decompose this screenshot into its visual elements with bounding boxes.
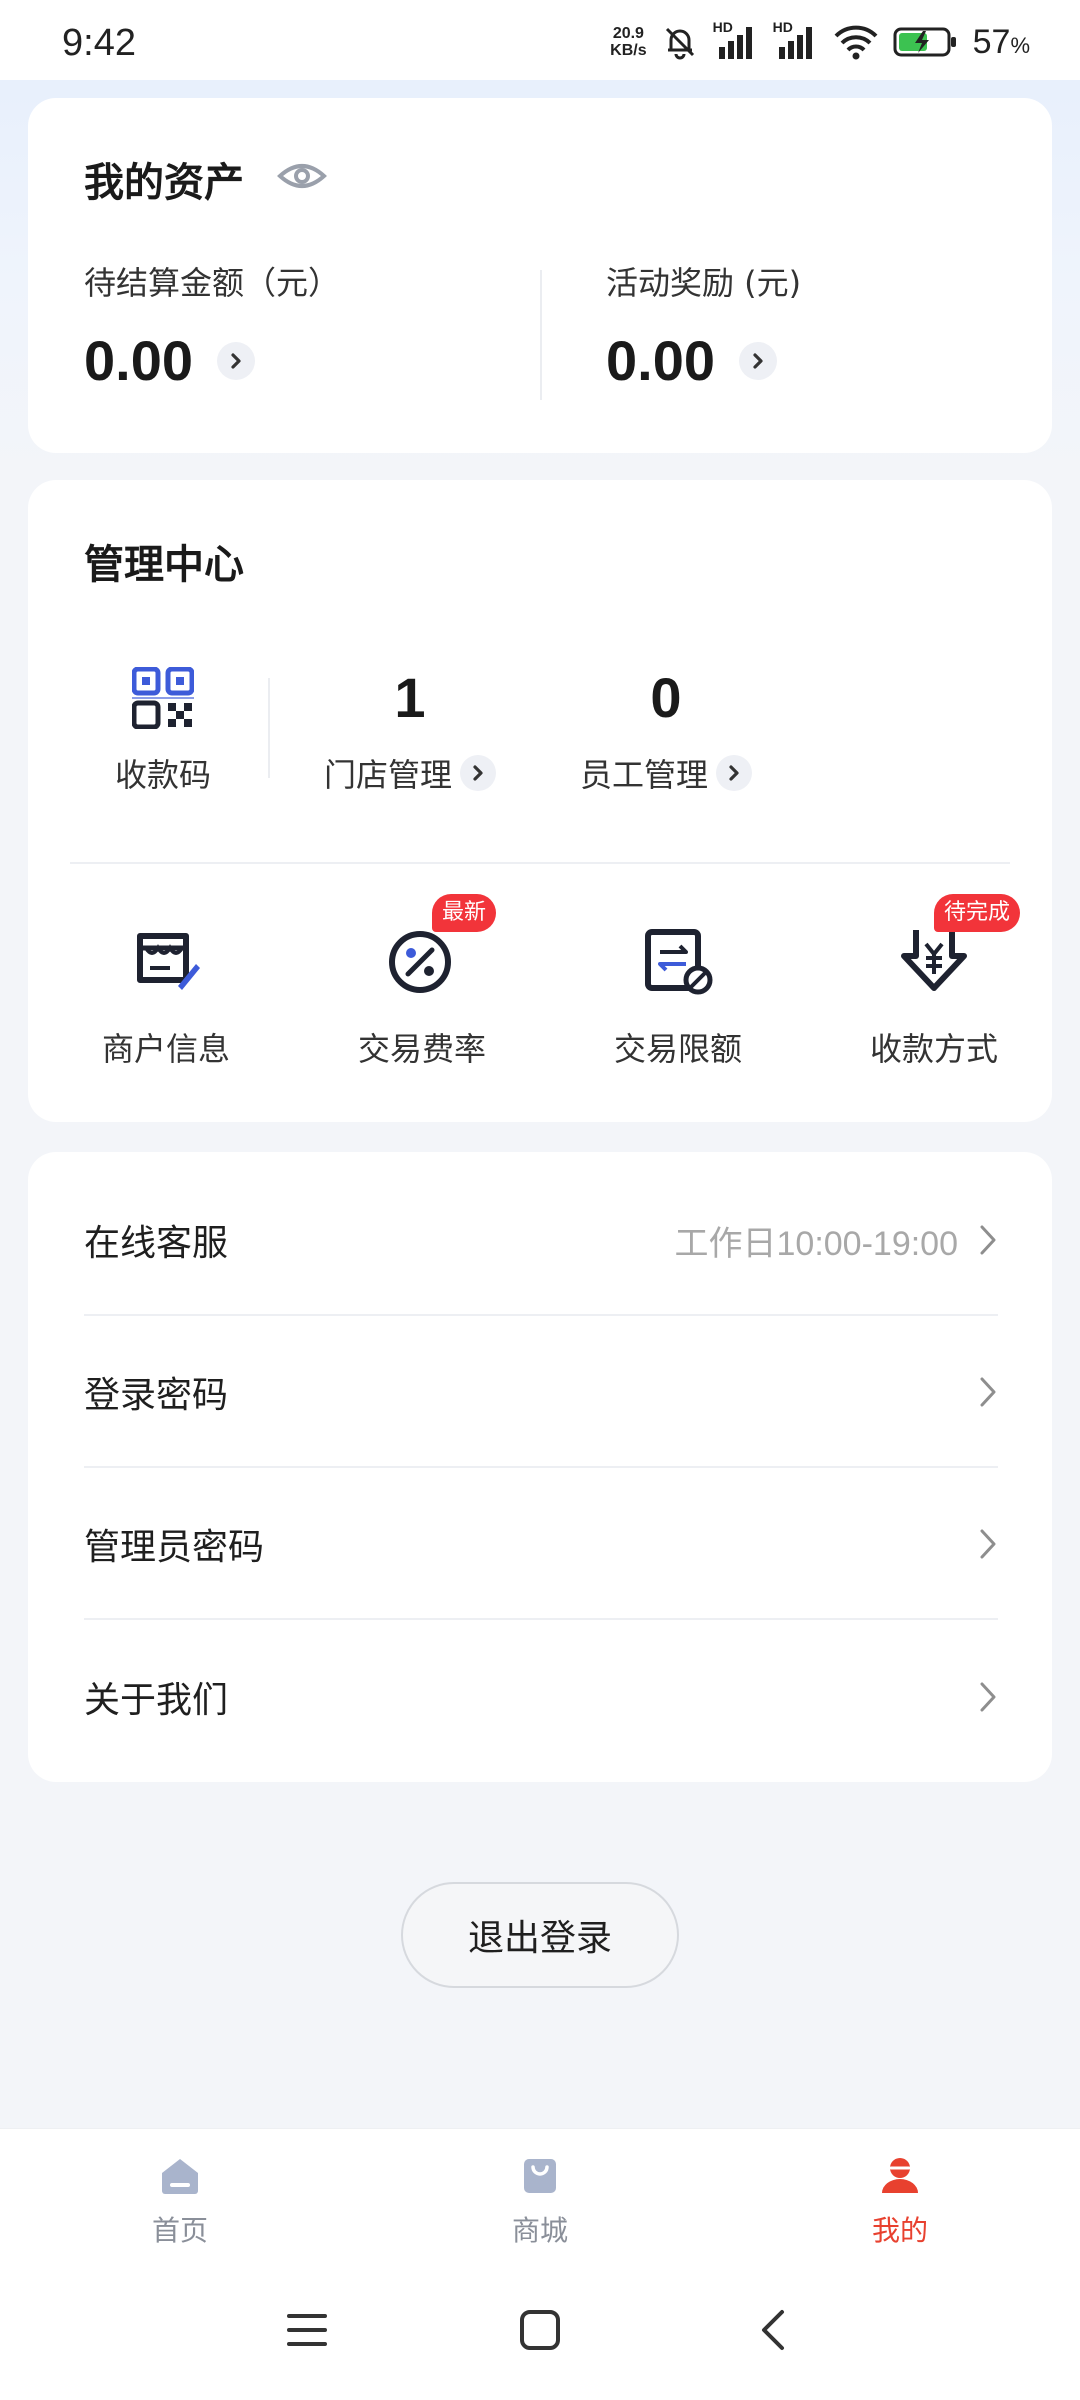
chevron-right-icon <box>980 1529 996 1559</box>
chevron-right-icon <box>980 1225 996 1255</box>
mall-bag-icon <box>524 2159 556 2193</box>
eye-icon[interactable] <box>276 156 328 196</box>
store-management-label: 门店管理 <box>323 756 452 794</box>
network-speed: 20.9 KB/s <box>610 25 647 59</box>
pending-settlement-label: 待结算金额（元） <box>84 264 341 302</box>
wifi-icon <box>834 25 878 60</box>
fee-rate-icon <box>389 931 451 993</box>
back-icon[interactable] <box>752 2308 796 2352</box>
signal-sim2: HD <box>773 19 819 61</box>
management-section-divider <box>70 862 1010 864</box>
fee-rate-label: 交易费率 <box>357 1030 486 1068</box>
fee-rate-entry[interactable]: 最新 交易费率 <box>312 894 532 1070</box>
pending-settlement[interactable]: 待结算金额（元） 0.00 <box>84 258 340 393</box>
status-time: 9:42 <box>62 22 136 64</box>
merchant-info-label: 商户信息 <box>101 1030 230 1068</box>
menu-login-password[interactable]: 登录密码 <box>84 1318 998 1468</box>
chevron-right-icon <box>753 352 763 369</box>
menu-icon[interactable] <box>285 2308 329 2352</box>
chevron-right-icon <box>980 1682 996 1712</box>
nav-mall-label: 商城 <box>511 2214 568 2247</box>
assets-card: 我的资产 待结算金额（元） 0.00 活动奖励 (元) 0.00 <box>28 98 1052 453</box>
home-icon <box>162 2159 198 2194</box>
activity-reward-label: 活动奖励 (元) <box>606 264 802 302</box>
nav-tab-me[interactable]: 我的 <box>820 2153 980 2249</box>
trade-limit-label: 交易限额 <box>613 1030 742 1068</box>
nav-tab-mall[interactable]: 商城 <box>460 2153 620 2249</box>
store-count: 1 <box>394 666 426 729</box>
qr-code-entry[interactable]: 收款码 <box>84 658 242 796</box>
status-icons: 20.9 KB/s HD HD 57% <box>610 19 1030 62</box>
trade-limit-icon <box>645 929 713 995</box>
menu-online-service[interactable]: 在线客服 工作日10:00-19:00 <box>84 1166 998 1316</box>
activity-reward-value: 0.00 <box>606 329 715 392</box>
staff-count: 0 <box>650 666 682 729</box>
chevron-right-icon <box>231 352 241 369</box>
signal-icon <box>718 27 752 59</box>
nav-tab-home[interactable]: 首页 <box>100 2153 260 2249</box>
service-hours: 工作日10:00-19:00 <box>674 1224 959 1263</box>
store-management-arrow[interactable] <box>460 755 496 791</box>
trade-limit-entry[interactable]: 交易限额 <box>568 920 788 1070</box>
bottom-navigation: 首页 商城 我的 <box>0 2128 1080 2268</box>
system-navigation-bar <box>0 2268 1080 2400</box>
assets-title: 我的资产 <box>84 160 244 206</box>
signal-sim1: HD <box>713 19 759 61</box>
chevron-right-icon <box>980 1377 996 1407</box>
fee-rate-badge: 最新 <box>432 894 497 932</box>
menu-login-password-label: 登录密码 <box>84 1375 229 1416</box>
payment-method-icon <box>901 930 967 991</box>
management-card: 管理中心 收款码 1 门店管理 0 员工管理 商户信息 最新 交易费率 交易限额… <box>28 480 1052 1122</box>
qr-code-icon <box>132 667 194 729</box>
nav-me-label: 我的 <box>871 2214 928 2247</box>
chevron-right-icon <box>729 765 739 781</box>
staff-management-label: 员工管理 <box>579 756 708 794</box>
home-square-icon[interactable] <box>518 2308 562 2352</box>
battery-percent: 57% <box>972 22 1030 61</box>
menu-online-service-label: 在线客服 <box>84 1223 229 1264</box>
staff-management-arrow[interactable] <box>716 755 752 791</box>
chevron-right-icon <box>473 765 483 781</box>
qr-code-label: 收款码 <box>114 756 211 794</box>
payment-method-entry[interactable]: 待完成 收款方式 <box>824 894 1044 1070</box>
merchant-info-entry[interactable]: 商户信息 <box>56 920 276 1070</box>
management-divider <box>268 678 270 778</box>
menu-about-us-label: 关于我们 <box>84 1680 229 1721</box>
staff-management-entry[interactable]: 0 员工管理 <box>566 658 766 796</box>
nav-home-label: 首页 <box>151 2214 208 2247</box>
merchant-info-icon <box>137 933 200 990</box>
profile-icon <box>882 2158 918 2193</box>
status-bar: 9:42 20.9 KB/s HD HD 57% <box>0 0 1080 80</box>
activity-reward-arrow[interactable] <box>739 341 777 380</box>
menu-admin-password[interactable]: 管理员密码 <box>84 1470 998 1620</box>
menu-admin-password-label: 管理员密码 <box>84 1527 265 1568</box>
logout-button[interactable]: 退出登录 <box>401 1882 679 1988</box>
store-management-entry[interactable]: 1 门店管理 <box>310 658 510 796</box>
payment-method-badge: 待完成 <box>934 894 1021 932</box>
bell-muted-icon <box>665 27 694 60</box>
management-title: 管理中心 <box>84 542 244 588</box>
payment-method-label: 收款方式 <box>869 1030 998 1068</box>
signal-icon <box>778 27 812 59</box>
menu-about-us[interactable]: 关于我们 <box>84 1622 998 1772</box>
pending-settlement-arrow[interactable] <box>217 341 255 380</box>
battery-charging-icon <box>893 27 956 57</box>
pending-settlement-value: 0.00 <box>84 329 193 392</box>
settings-menu-card: 在线客服 工作日10:00-19:00 登录密码 管理员密码 关于我们 <box>28 1152 1052 1782</box>
assets-divider <box>540 270 542 400</box>
activity-reward[interactable]: 活动奖励 (元) 0.00 <box>606 258 801 393</box>
